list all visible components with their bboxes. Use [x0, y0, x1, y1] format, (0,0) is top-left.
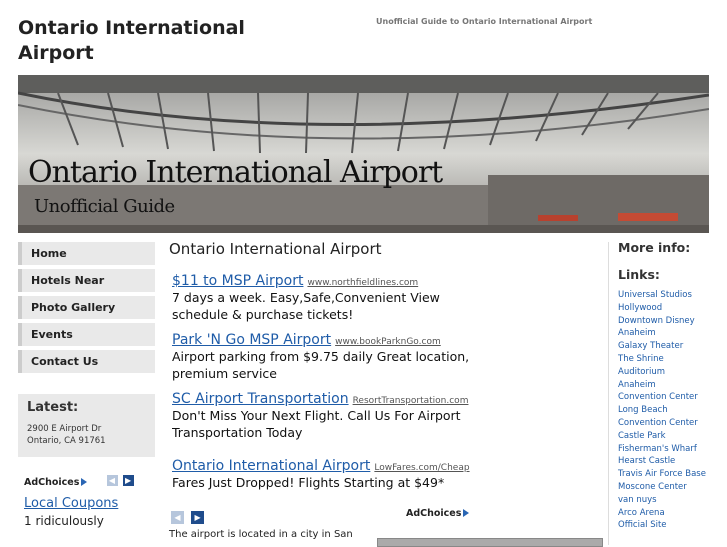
body-text: The airport is located in a city in San [169, 529, 353, 540]
ad-url[interactable]: LowFares.com/Cheap [374, 463, 469, 473]
links-list: Universal Studios Hollywood Downtown Dis… [618, 289, 723, 532]
header-banner: Ontario International Airport Unofficial… [18, 75, 709, 233]
ad-item: SC Airport Transportation ResortTransport… [172, 388, 470, 441]
latest-box: Latest: 2900 E Airport Dr Ontario, CA 91… [18, 394, 155, 457]
banner-subtitle: Unofficial Guide [34, 196, 175, 217]
sidebar-link[interactable]: Hollywood [618, 302, 723, 315]
main-prev-arrow-icon[interactable]: ◀ [171, 511, 184, 524]
nav-home[interactable]: Home [18, 242, 155, 265]
ad-link[interactable]: Ontario International Airport [172, 458, 370, 474]
sidebar-link[interactable]: Fisherman's Wharf [618, 443, 723, 456]
more-info-heading: More info: [618, 240, 691, 255]
banner-title: Ontario International Airport [28, 155, 443, 190]
sidebar-link[interactable]: Castle Park [618, 430, 723, 443]
ad-prev-arrow-icon[interactable]: ◀ [106, 475, 118, 486]
latest-address: 2900 E Airport Dr Ontario, CA 91761 [27, 423, 106, 447]
sidebar-link[interactable]: Anaheim [618, 379, 723, 392]
right-sidebar: More info: Links: Universal Studios Holl… [618, 240, 723, 532]
ad-next-arrow-icon[interactable]: ▶ [122, 475, 134, 486]
ad-url[interactable]: www.bookParknGo.com [335, 337, 441, 347]
sidebar-link[interactable]: van nuys [618, 494, 723, 507]
sidebar-link[interactable]: Universal Studios [618, 289, 723, 302]
left-ad-link[interactable]: Local Coupons [24, 496, 154, 512]
sidebar-link[interactable]: Moscone Center [618, 481, 723, 494]
ad-link[interactable]: $11 to MSP Airport [172, 273, 303, 289]
links-heading: Links: [618, 267, 660, 282]
column-divider [608, 242, 609, 545]
sidebar-link[interactable]: Long Beach [618, 404, 723, 417]
address-line-1: 2900 E Airport Dr [27, 424, 102, 434]
page-heading: Ontario International Airport [169, 240, 382, 258]
ad-text: Airport parking from $9.75 daily Great l… [172, 349, 470, 381]
main-adchoices-label[interactable]: AdChoices [406, 508, 461, 519]
ad-text: Don't Miss Your Next Flight. Call Us For… [172, 408, 461, 440]
sidebar-link[interactable]: The Shrine [618, 353, 723, 366]
sidebar-link[interactable]: Hearst Castle [618, 455, 723, 468]
adchoices-icon[interactable] [463, 509, 470, 517]
photo-thumbnail [377, 538, 603, 547]
sidebar-link[interactable]: Convention Center [618, 417, 723, 430]
ad-link[interactable]: Park 'N Go MSP Airport [172, 332, 331, 348]
left-ad-text: 1 ridiculously [24, 514, 104, 528]
site-title[interactable]: Ontario International Airport [18, 16, 278, 66]
sidebar-link[interactable]: Anaheim [618, 327, 723, 340]
adchoices-icon[interactable] [81, 478, 88, 486]
nav-menu: Home Hotels Near Photo Gallery Events Co… [18, 242, 155, 377]
sidebar-link[interactable]: Travis Air Force Base [618, 468, 723, 481]
main-adchoices-link[interactable]: AdChoices [406, 508, 470, 519]
site-tagline: Unofficial Guide to Ontario Internationa… [376, 17, 593, 26]
ad-item: Park 'N Go MSP Airport www.bookParknGo.co… [172, 329, 470, 382]
adchoices-link[interactable]: AdChoices [24, 477, 88, 488]
address-line-2: Ontario, CA 91761 [27, 436, 106, 446]
sidebar-link[interactable]: Official Site [618, 519, 723, 532]
ad-link[interactable]: SC Airport Transportation [172, 391, 349, 407]
nav-events[interactable]: Events [18, 323, 155, 346]
sidebar-link[interactable]: Convention Center [618, 391, 723, 404]
sidebar-link[interactable]: Downtown Disney [618, 315, 723, 328]
sidebar-link[interactable]: Auditorium [618, 366, 723, 379]
adchoices-label[interactable]: AdChoices [24, 477, 79, 488]
ad-item: $11 to MSP Airport www.northfieldlines.co… [172, 270, 470, 323]
main-ad-arrows: ◀ ▶ [171, 507, 205, 526]
sidebar-link[interactable]: Galaxy Theater [618, 340, 723, 353]
nav-contact-us[interactable]: Contact Us [18, 350, 155, 373]
latest-title: Latest: [27, 400, 79, 415]
ad-url[interactable]: www.northfieldlines.com [307, 278, 418, 288]
sidebar-link[interactable]: Arco Arena [618, 507, 723, 520]
main-next-arrow-icon[interactable]: ▶ [191, 511, 205, 524]
ad-url[interactable]: ResortTransportation.com [353, 396, 469, 406]
nav-hotels-near[interactable]: Hotels Near [18, 269, 155, 292]
left-ad-block: AdChoices ◀ ▶ Local Coupons 1 ridiculous… [24, 470, 154, 529]
ad-item: Ontario International Airport LowFares.co… [172, 455, 470, 491]
ad-text: 7 days a week. Easy,Safe,Convenient View… [172, 290, 440, 322]
ad-text: Fares Just Dropped! Flights Starting at … [172, 475, 445, 490]
nav-photo-gallery[interactable]: Photo Gallery [18, 296, 155, 319]
